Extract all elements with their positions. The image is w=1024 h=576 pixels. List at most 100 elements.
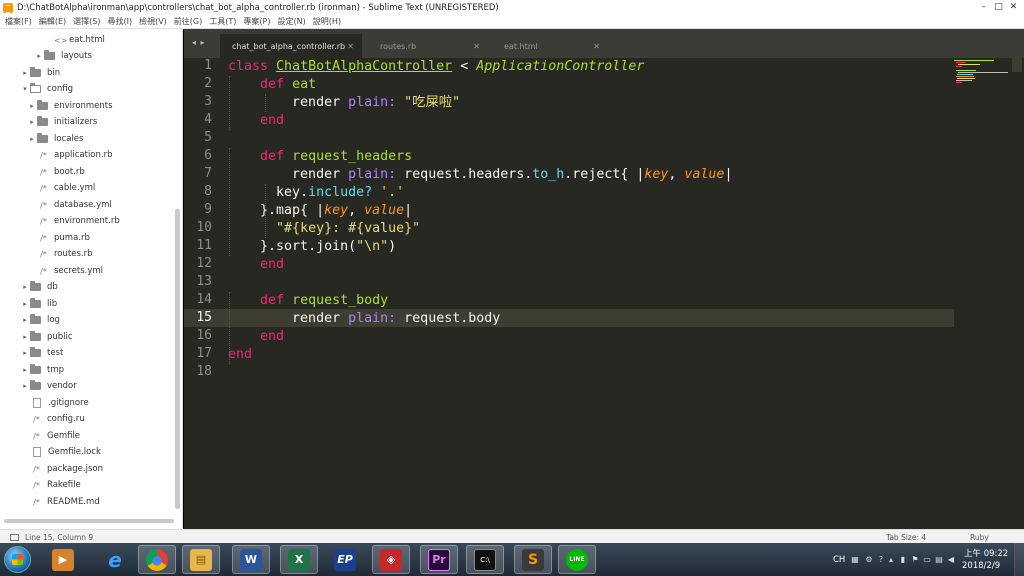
network-icon[interactable]: ▤ (934, 556, 944, 564)
start-button[interactable] (4, 546, 31, 573)
sidebar-item-test[interactable]: ▸ test (20, 345, 63, 361)
settings-icon[interactable]: ⚙ (864, 556, 874, 564)
code-token: .reject{ | (564, 167, 645, 182)
code-line-8: key.include? '.' (228, 184, 404, 202)
sidebar-item-tmp[interactable]: ▸ tmp (20, 362, 64, 378)
menu-project[interactable]: 專案(P) (243, 16, 270, 27)
signal-icon[interactable]: ▮ (898, 556, 908, 564)
code-editor[interactable]: 1 2 3 4 5 6 7 8 9 10 11 12 13 14 15 16 1… (184, 58, 1024, 529)
chevron-right-icon: ▸ (23, 69, 27, 77)
sidebar-item-config-ru[interactable]: /* config.ru (32, 411, 85, 427)
sidebar-item-vendor[interactable]: ▸ vendor (20, 378, 77, 394)
sidebar-item-bin[interactable]: ▸ bin (20, 65, 60, 81)
menu-edit[interactable]: 編輯(E) (39, 16, 66, 27)
sidebar-item-puma-rb[interactable]: /* puma.rb (39, 230, 90, 246)
taskbar-app-explorer[interactable]: ▤ (182, 545, 220, 574)
editor-scrollbar[interactable] (1012, 58, 1022, 72)
minimize-button[interactable]: – (977, 2, 990, 13)
code-file-icon: /* (33, 431, 40, 441)
close-button[interactable]: ✕ (1007, 2, 1020, 13)
sidebar-item-rakefile[interactable]: /* Rakefile (32, 477, 81, 493)
ime-indicator[interactable]: CH (833, 555, 845, 565)
tab-chat-bot-alpha-controller[interactable]: chat_bot_alpha_controller.rb ✕ (220, 34, 362, 58)
clock-time[interactable]: 上午 09:22 (964, 547, 1008, 559)
sidebar-horizontal-scrollbar[interactable] (4, 519, 174, 523)
menu-goto[interactable]: 前往(G) (174, 16, 202, 27)
sidebar-item-layouts[interactable]: ▸ layouts (34, 48, 92, 64)
taskbar-app-line[interactable]: LINE (558, 545, 596, 574)
syntax-selector[interactable]: Ruby (970, 533, 989, 542)
battery-icon[interactable]: ▭ (922, 556, 932, 564)
sidebar-item-label: config.ru (47, 414, 85, 424)
maximize-button[interactable]: □ (992, 2, 1005, 13)
menu-find[interactable]: 尋找(I) (107, 16, 132, 27)
help-icon[interactable]: ? (876, 556, 886, 564)
code-token: key. (276, 185, 309, 200)
show-hidden-icons-icon[interactable]: ▴ (886, 556, 896, 564)
code-token: key (644, 167, 669, 182)
sidebar-item-gemfile[interactable]: /* Gemfile (32, 428, 80, 444)
sidebar-item-log[interactable]: ▸ log (20, 312, 60, 328)
taskbar-app-chrome[interactable]: ● (138, 545, 176, 574)
taskbar-app-excel[interactable]: X (280, 545, 318, 574)
sidebar-item-readme-md[interactable]: /* README.md (32, 494, 100, 510)
sidebar-item-db[interactable]: ▸ db (20, 279, 58, 295)
sidebar-vertical-scrollbar[interactable] (175, 209, 180, 509)
volume-icon[interactable]: ◀ (946, 556, 956, 564)
sidebar-item-routes-rb[interactable]: /* routes.rb (39, 246, 92, 262)
taskbar-app-cmd[interactable]: C:\ (466, 545, 504, 574)
tab-close-icon[interactable]: ✕ (593, 42, 600, 51)
taskbar-app-ep[interactable]: EP (326, 545, 364, 574)
tab-routes-rb[interactable]: routes.rb ✕ (368, 34, 488, 58)
sidebar-item-environment-rb[interactable]: /* environment.rb (39, 213, 120, 229)
code-token: end (260, 257, 285, 272)
sidebar-item-label: cable.yml (54, 183, 96, 193)
tab-close-icon[interactable]: ✕ (473, 42, 480, 51)
tab-size-selector[interactable]: Tab Size: 4 (886, 533, 926, 542)
sidebar-item-secrets-yml[interactable]: /* secrets.yml (39, 263, 103, 279)
tab-eat-html[interactable]: eat.html ✕ (492, 34, 608, 58)
sidebar-item-eat-html[interactable]: <> eat.html (54, 32, 105, 48)
sidebar-item-gemfile-lock[interactable]: Gemfile.lock (33, 444, 101, 460)
taskbar-app-other[interactable]: ◈ (372, 545, 410, 574)
minimap[interactable] (952, 58, 1024, 529)
menu-file[interactable]: 檔案(F) (5, 16, 32, 27)
menu-preferences[interactable]: 設定(N) (277, 16, 305, 27)
sidebar-item-package-json[interactable]: /* package.json (32, 461, 103, 477)
sidebar-item-initializers[interactable]: ▸ initializers (27, 114, 97, 130)
flag-icon[interactable]: ⚑ (910, 556, 920, 564)
sidebar-item-label: db (47, 282, 58, 292)
code-token: end (260, 113, 285, 128)
sidebar-item-public[interactable]: ▸ public (20, 329, 73, 345)
sidebar-item-locales[interactable]: ▸ locales (27, 131, 83, 147)
keyboard-icon[interactable]: ▦ (850, 556, 860, 564)
menu-help[interactable]: 說明(H) (313, 16, 341, 27)
menu-selection[interactable]: 選擇(S) (73, 16, 100, 27)
status-bar: Line 15, Column 9 Tab Size: 4 Ruby (0, 529, 1024, 543)
taskbar-app-sublime[interactable]: S (514, 545, 552, 574)
sidebar-item-application-rb[interactable]: /* application.rb (39, 147, 112, 163)
tab-close-icon[interactable]: ✕ (347, 42, 354, 51)
sidebar-item-environments[interactable]: ▸ environments (27, 98, 113, 114)
sidebar-item-boot-rb[interactable]: /* boot.rb (39, 164, 85, 180)
clock-date[interactable]: 2018/2/9 (962, 561, 1000, 571)
taskbar-app-word[interactable]: W (232, 545, 270, 574)
sidebar-item-gitignore[interactable]: .gitignore (33, 395, 89, 411)
taskbar-app-media[interactable]: ▶ (44, 545, 82, 574)
sidebar-item-lib[interactable]: ▸ lib (20, 296, 57, 312)
code-token: "\n" (356, 239, 389, 254)
tab-navigation-arrows[interactable]: ◂ ▸ (192, 38, 206, 47)
taskbar-app-ie[interactable]: e (96, 545, 134, 574)
sidebar-item-database-yml[interactable]: /* database.yml (39, 197, 112, 213)
code-file-icon: /* (40, 233, 47, 243)
show-desktop-button[interactable] (1014, 543, 1024, 576)
menu-view[interactable]: 檢視(V) (139, 16, 167, 27)
menu-bar: 檔案(F) 編輯(E) 選擇(S) 尋找(I) 檢視(V) 前往(G) 工具(T… (0, 15, 1024, 29)
panel-toggle-icon[interactable] (10, 534, 19, 541)
sidebar-item-label: package.json (47, 464, 103, 474)
sidebar-item-config[interactable]: ▾ config (20, 81, 73, 97)
sidebar-item-cable-yml[interactable]: /* cable.yml (39, 180, 95, 196)
taskbar-app-premiere[interactable]: Pr (420, 545, 458, 574)
sidebar-item-label: bin (47, 68, 61, 78)
menu-tools[interactable]: 工具(T) (209, 16, 236, 27)
